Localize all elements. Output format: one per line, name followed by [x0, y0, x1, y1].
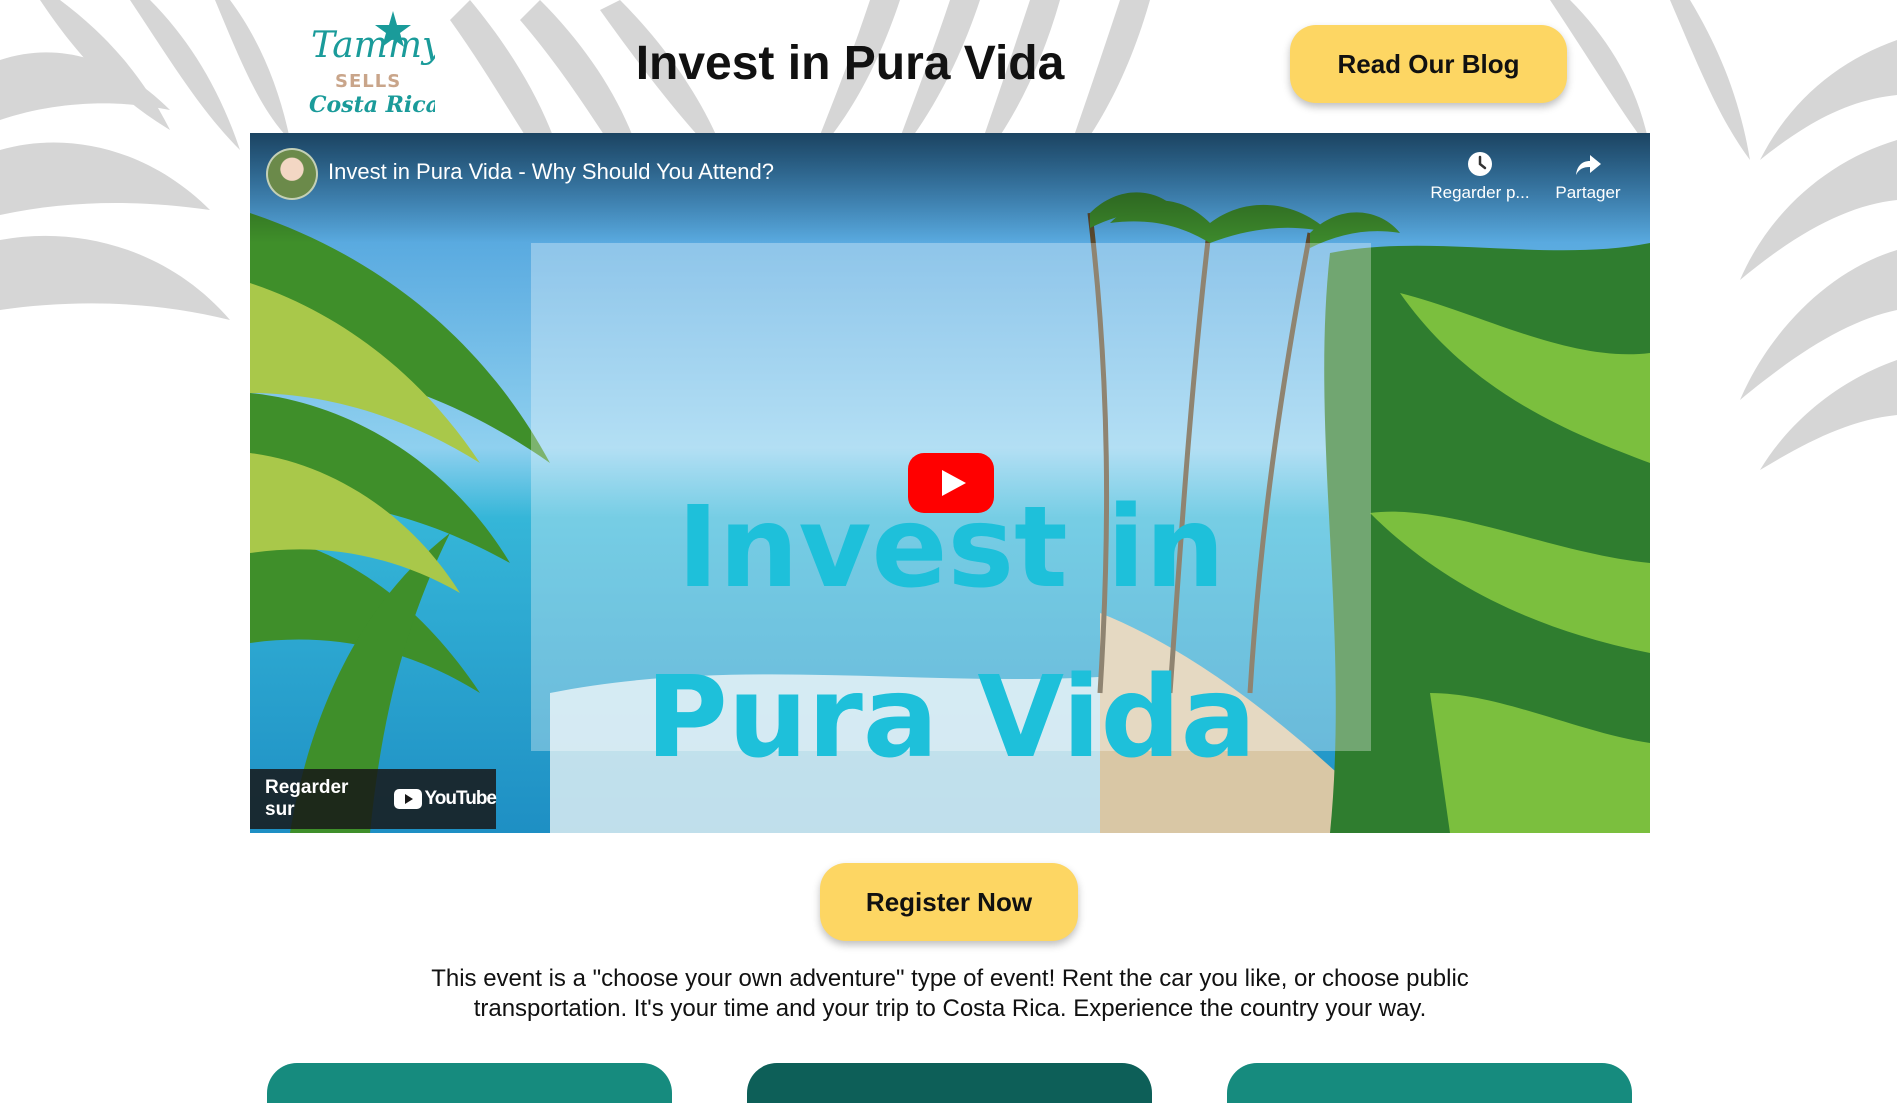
- logo-text-costa-rica: Costa Rica: [309, 92, 435, 118]
- share-label: Partager: [1555, 183, 1621, 202]
- feature-card-2[interactable]: [747, 1063, 1152, 1103]
- share-button[interactable]: Partager: [1533, 149, 1643, 203]
- page-title: Invest in Pura Vida: [635, 37, 1065, 90]
- watch-on-youtube-button[interactable]: Regarder sur YouTube: [250, 769, 497, 829]
- event-description: This event is a "choose your own adventu…: [431, 965, 1469, 1022]
- register-now-button[interactable]: Register Now: [820, 863, 1078, 941]
- youtube-logo: YouTube: [393, 788, 497, 810]
- watch-later-button[interactable]: Regarder p...: [1425, 149, 1535, 203]
- channel-avatar[interactable]: [266, 148, 318, 200]
- play-icon[interactable]: [908, 453, 994, 513]
- feature-card-3[interactable]: [1227, 1063, 1632, 1103]
- logo-text-sells: SELLS: [335, 71, 401, 92]
- youtube-wordmark: YouTube: [424, 788, 497, 809]
- read-our-blog-button[interactable]: Read Our Blog: [1290, 25, 1567, 103]
- thumbnail-text-line-2: Pura Vida: [645, 653, 1257, 783]
- watch-later-label: Regarder p...: [1430, 183, 1530, 202]
- clock-icon: [1468, 152, 1492, 176]
- watch-on-label: Regarder sur: [265, 777, 349, 820]
- feature-card-1[interactable]: [267, 1063, 672, 1103]
- tammy-sells-costa-rica-logo[interactable]: Tammy SELLS Costa Rica: [305, 5, 435, 120]
- video-title[interactable]: Invest in Pura Vida - Why Should You Att…: [328, 159, 774, 185]
- youtube-video-embed[interactable]: Invest in Pura Vida Invest in Pura Vida …: [250, 133, 1650, 833]
- share-arrow-icon: [1576, 155, 1601, 175]
- youtube-play-icon: [393, 789, 422, 809]
- logo-text-tammy: Tammy: [311, 25, 435, 66]
